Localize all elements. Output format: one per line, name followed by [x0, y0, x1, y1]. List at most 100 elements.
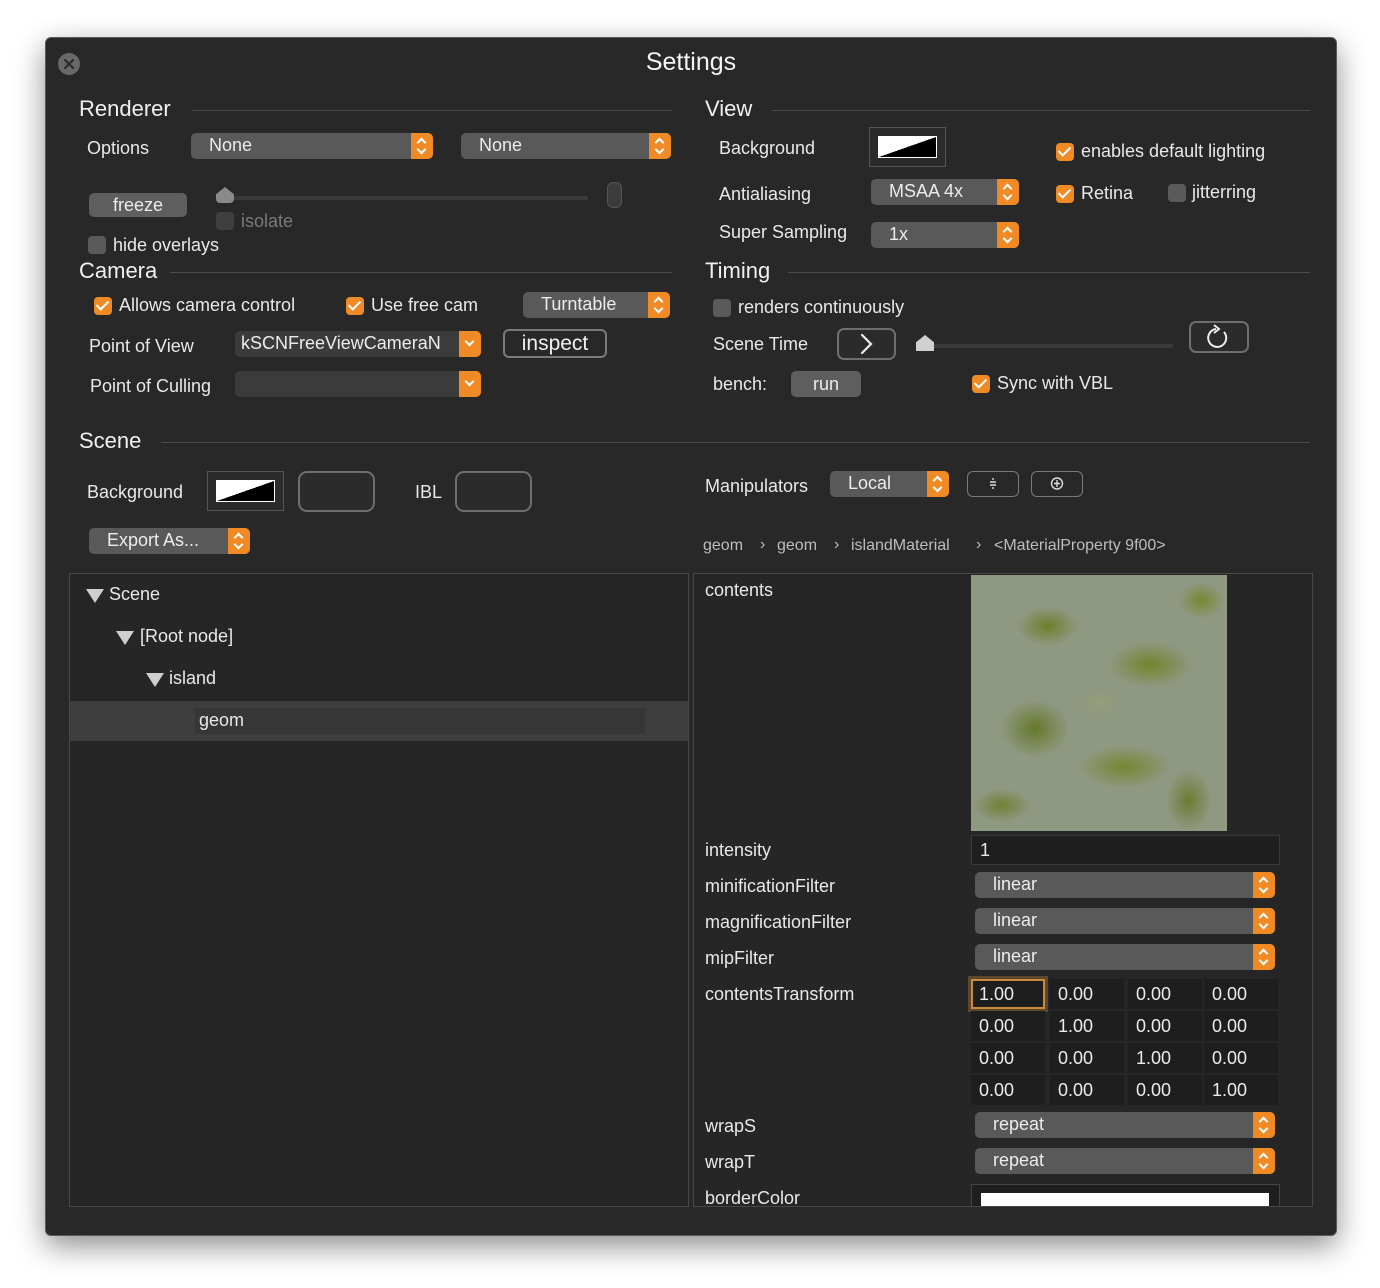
tree-row-selected[interactable]: geom	[70, 701, 688, 741]
matrix-cell[interactable]: 0.00	[1050, 1043, 1124, 1073]
breadcrumb-item[interactable]: geom	[703, 537, 743, 555]
magnification-popup[interactable]: linear	[975, 908, 1275, 934]
manipulators-popup[interactable]: Local	[830, 471, 949, 497]
matrix-cell[interactable]: 0.00	[971, 1043, 1045, 1073]
supersampling-value: 1x	[889, 224, 909, 244]
popup-arrows-icon	[1253, 1148, 1275, 1174]
contents-label: contents	[705, 580, 774, 600]
antialiasing-label: Antialiasing	[719, 184, 812, 204]
chevron-down-icon	[459, 371, 481, 397]
matrix-cell[interactable]: 0.00	[971, 1011, 1045, 1041]
matrix-cell[interactable]: 0.00	[1050, 979, 1124, 1009]
matrix-cell[interactable]: 0.00	[971, 1075, 1045, 1105]
contents-texture-image[interactable]	[971, 575, 1227, 831]
hide-overlays-checkbox[interactable]	[88, 236, 106, 254]
allow-camera-control-label: Allows camera control	[119, 295, 296, 315]
slider-knob[interactable]	[216, 187, 234, 203]
manipulator-rotate-button[interactable]	[1031, 471, 1083, 497]
wraps-value: repeat	[993, 1114, 1045, 1134]
jittering-checkbox[interactable]	[1168, 184, 1186, 202]
matrix-cell[interactable]: 1.00	[1128, 1043, 1202, 1073]
camera-mode-popup[interactable]: Turntable	[523, 292, 670, 318]
matrix-cell-focused[interactable]: 1.00	[971, 979, 1045, 1009]
matrix-cell[interactable]: 0.00	[1204, 1011, 1278, 1041]
timing-heading: Timing	[705, 258, 771, 283]
renderer-slider[interactable]	[216, 182, 588, 206]
camera-divider	[170, 272, 672, 273]
free-cam-checkbox[interactable]	[346, 297, 364, 315]
scene-time-slider[interactable]	[916, 332, 1173, 354]
options-popup-1[interactable]: None	[191, 133, 433, 159]
popup-arrows-icon	[411, 133, 433, 159]
rotate-icon	[1050, 477, 1064, 490]
tree-item-root-node[interactable]: [Root node]	[140, 626, 233, 647]
slider-knob[interactable]	[916, 335, 934, 351]
renderer-heading: Renderer	[79, 96, 171, 121]
refresh-icon	[1207, 324, 1228, 348]
retina-checkbox[interactable]	[1056, 185, 1074, 203]
export-popup[interactable]: Export As...	[89, 528, 250, 554]
run-button[interactable]: run	[791, 371, 861, 397]
manipulator-move-button[interactable]	[967, 471, 1019, 497]
scene-background-image-well[interactable]	[298, 471, 375, 512]
matrix-cell[interactable]: 1.00	[1050, 1011, 1124, 1041]
breadcrumb-item[interactable]: <MaterialProperty 9f00>	[994, 537, 1166, 555]
matrix-cell[interactable]: 0.00	[1204, 1043, 1278, 1073]
matrix-cell[interactable]: 0.00	[1204, 979, 1278, 1009]
wraps-popup[interactable]: repeat	[975, 1112, 1275, 1138]
options-popup-1-value: None	[209, 135, 253, 155]
options-popup-2[interactable]: None	[461, 133, 671, 159]
culling-popup[interactable]	[235, 371, 481, 397]
supersampling-label: Super Sampling	[719, 222, 848, 242]
play-button[interactable]	[837, 328, 896, 360]
view-background-swatch[interactable]	[869, 127, 946, 167]
disclosure-triangle-icon[interactable]	[146, 673, 164, 687]
ibl-image-well[interactable]	[455, 471, 532, 512]
matrix-cell[interactable]: 0.00	[1128, 1011, 1202, 1041]
tree-item-edit-field[interactable]	[195, 708, 645, 734]
scene-background-swatch[interactable]	[207, 471, 284, 511]
breadcrumb-item[interactable]: geom	[777, 537, 817, 555]
freeze-button[interactable]: freeze	[89, 193, 187, 217]
timing-divider	[788, 272, 1310, 273]
wrapt-popup[interactable]: repeat	[975, 1148, 1275, 1174]
inspect-button[interactable]: inspect	[503, 329, 607, 358]
matrix-cell[interactable]: 0.00	[1128, 1075, 1202, 1105]
renderer-divider	[192, 110, 672, 111]
disclosure-triangle-icon[interactable]	[86, 589, 104, 603]
renderer-stepper[interactable]	[607, 182, 622, 208]
border-color-swatch[interactable]	[971, 1184, 1280, 1206]
supersampling-popup[interactable]: 1x	[871, 222, 1019, 248]
reset-time-button[interactable]	[1189, 321, 1249, 353]
border-color-fill	[981, 1193, 1269, 1206]
popup-arrows-icon	[649, 133, 671, 159]
hide-overlays-label: hide overlays	[113, 235, 220, 255]
allow-camera-control-checkbox[interactable]	[94, 297, 112, 315]
scene-time-label: Scene Time	[713, 334, 809, 354]
tree-item-island[interactable]: island	[169, 668, 216, 689]
antialiasing-popup[interactable]: MSAA 4x	[871, 179, 1019, 205]
renders-continuously-checkbox[interactable]	[713, 299, 731, 317]
matrix-cell[interactable]: 0.00	[1050, 1075, 1124, 1105]
tree-item-scene[interactable]: Scene	[109, 584, 160, 605]
disclosure-triangle-icon[interactable]	[116, 631, 134, 645]
breadcrumb-item[interactable]: islandMaterial	[851, 537, 950, 555]
minification-popup[interactable]: linear	[975, 872, 1275, 898]
scene-tree-panel[interactable]: Scene [Root node] island geom	[69, 573, 689, 1207]
isolate-label: isolate	[241, 211, 294, 231]
matrix-cell[interactable]: 0.00	[1128, 979, 1202, 1009]
sync-vbl-checkbox[interactable]	[972, 375, 990, 393]
default-lighting-checkbox[interactable]	[1056, 143, 1074, 161]
pov-popup[interactable]: kSCNFreeViewCameraN	[235, 331, 481, 357]
mip-popup[interactable]: linear	[975, 944, 1275, 970]
intensity-value: 1	[980, 840, 991, 860]
popup-arrows-icon	[1253, 944, 1275, 970]
inspector-panel[interactable]: contents intensity 1 minificationFilter …	[693, 573, 1313, 1207]
tree-item-geom[interactable]: geom	[199, 710, 244, 731]
window-title: Settings	[645, 48, 737, 76]
intensity-field[interactable]: 1	[971, 835, 1280, 865]
matrix-cell[interactable]: 1.00	[1204, 1075, 1278, 1105]
magnification-label: magnificationFilter	[705, 912, 852, 932]
isolate-checkbox[interactable]	[216, 212, 234, 230]
transform-label: contentsTransform	[705, 984, 855, 1004]
